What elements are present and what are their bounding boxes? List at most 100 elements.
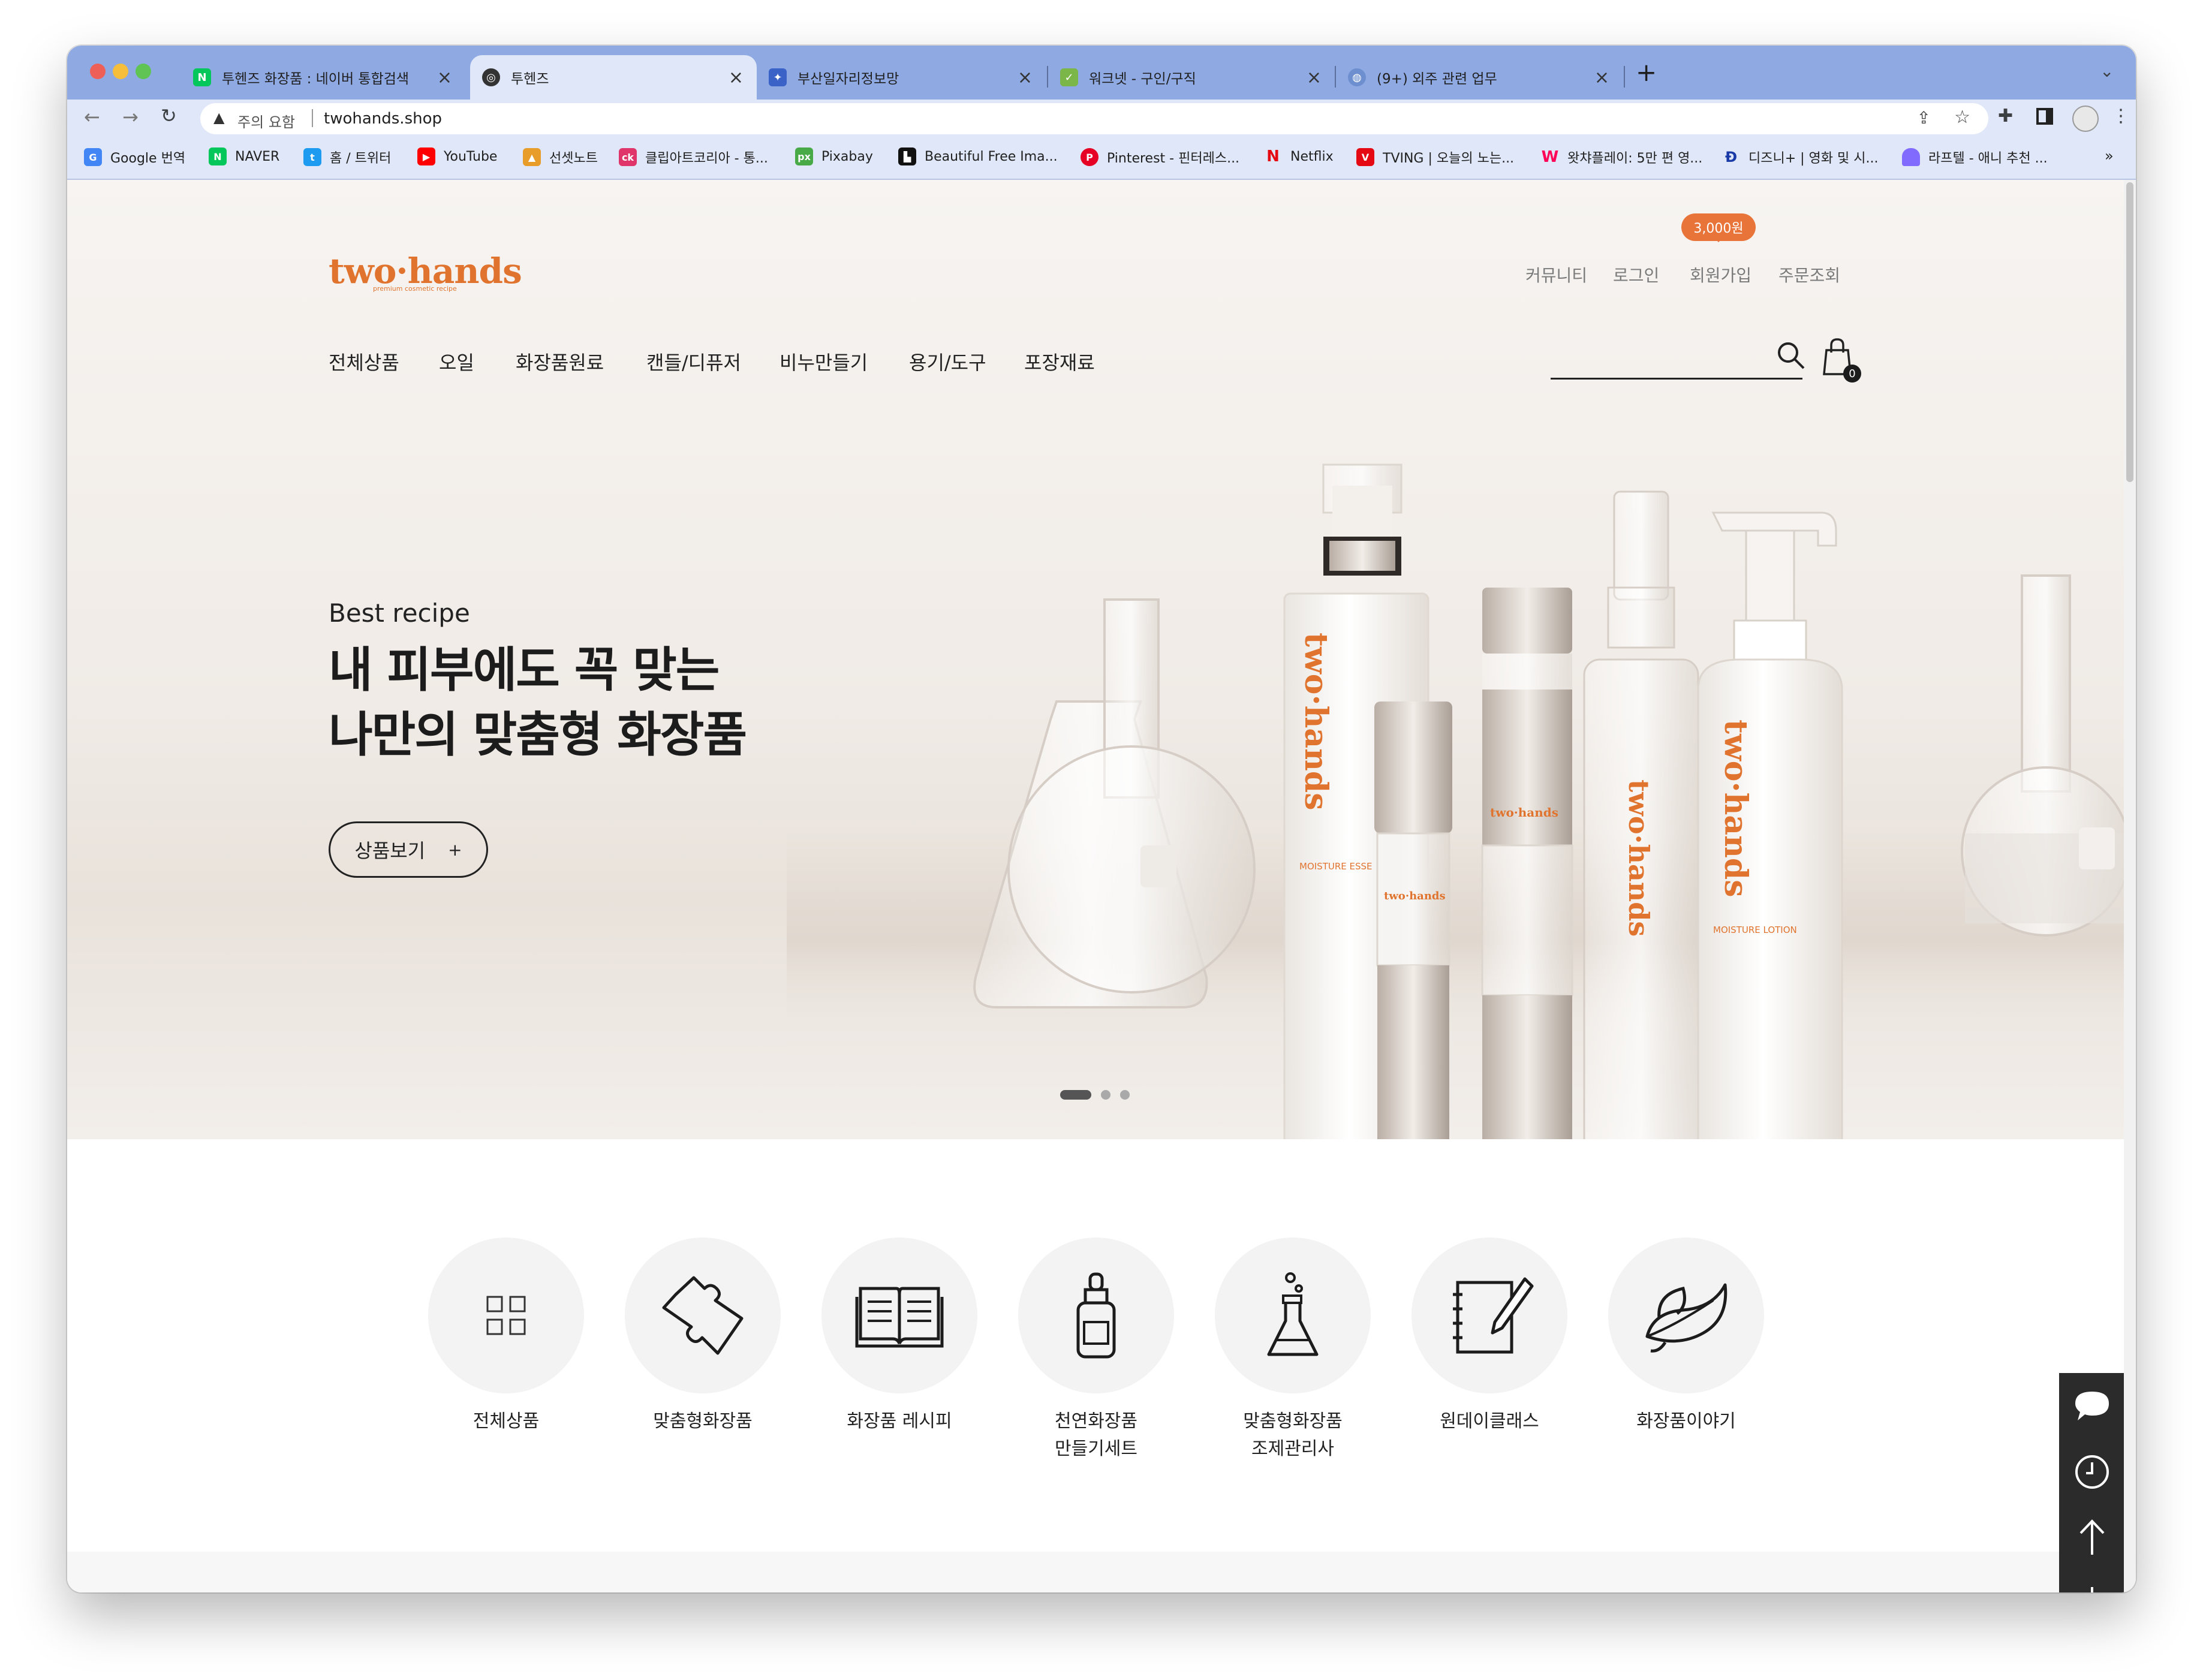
address-divider xyxy=(312,109,313,127)
bookmark-laftel[interactable]: 라프텔 - 애니 추천 ... xyxy=(1902,147,2048,167)
page-scrollbar[interactable] xyxy=(2124,180,2136,1592)
security-label[interactable]: 주의 요함 xyxy=(237,110,295,131)
util-link-order-lookup[interactable]: 주문조회 xyxy=(1778,263,1840,287)
url-text[interactable]: twohands.shop xyxy=(324,110,442,128)
close-window-button[interactable] xyxy=(90,64,106,79)
search-input[interactable] xyxy=(1551,378,1802,380)
bookmark-google-translate[interactable]: G Google 번역 xyxy=(84,147,185,167)
logo-tagline: premium cosmetic recipe xyxy=(373,285,457,293)
more-menu-icon[interactable]: ⋮ xyxy=(2112,106,2130,127)
naver-icon: N xyxy=(209,147,227,165)
watcha-icon: W xyxy=(1541,148,1559,166)
slide-dot-active[interactable] xyxy=(1060,1090,1091,1100)
profile-avatar[interactable] xyxy=(2072,106,2099,132)
minimize-window-button[interactable] xyxy=(113,64,128,79)
close-tab-icon[interactable]: × xyxy=(729,67,744,88)
bookmark-naver[interactable]: N NAVER xyxy=(209,147,279,165)
category-natural-kits[interactable]: 천연화장품 만들기세트 xyxy=(1018,1238,1174,1463)
scrollbar-thumb[interactable] xyxy=(2126,182,2133,482)
bookmark-label: 디즈니+ | 영화 및 시... xyxy=(1748,151,1879,166)
globe-icon: ◎ xyxy=(482,68,500,86)
view-products-button[interactable]: 상품보기 + xyxy=(329,821,488,878)
bookmark-label: TVING | 오늘의 노는... xyxy=(1383,151,1515,166)
util-link-community[interactable]: 커뮤니티 xyxy=(1525,263,1587,287)
nav-oil[interactable]: 오일 xyxy=(439,348,474,375)
scroll-bottom-button[interactable] xyxy=(2059,1571,2125,1592)
nav-all-products[interactable]: 전체상품 xyxy=(329,348,399,375)
util-link-signup[interactable]: 회원가입 xyxy=(1690,263,1751,287)
bookmark-label: NAVER xyxy=(235,149,280,164)
nav-soap-making[interactable]: 비누만들기 xyxy=(780,348,868,375)
bookmarks-bar: G Google 번역 N NAVER t 홈 / 트위터 ▶ YouTube ▲ 선셋노… xyxy=(67,138,2136,180)
warning-icon[interactable]: ▲ xyxy=(213,109,224,126)
bookmark-label: 왓챠플레이: 5만 편 영... xyxy=(1567,151,1703,166)
laftel-icon xyxy=(1902,148,1920,166)
bookmark-youtube[interactable]: ▶ YouTube xyxy=(417,147,497,165)
bookmark-twitter[interactable]: t 홈 / 트위터 xyxy=(303,147,391,167)
category-label: 화장품 레시피 xyxy=(847,1411,952,1432)
extensions-icon[interactable]: ✚ xyxy=(1998,106,2013,127)
nav-packaging[interactable]: 포장재료 xyxy=(1024,348,1095,375)
tab-twohands[interactable]: ◎ 투헨즈 × xyxy=(470,55,757,100)
side-panel-icon[interactable] xyxy=(2036,108,2053,125)
nav-candle-diffuser[interactable]: 캔들/디퓨저 xyxy=(646,348,741,375)
product-label-text: two·hands xyxy=(1490,805,1558,820)
recent-view-button[interactable] xyxy=(2059,1439,2125,1505)
nav-cosmetic-ingredients[interactable]: 화장품원료 xyxy=(516,348,604,375)
scroll-top-button[interactable] xyxy=(2059,1505,2125,1571)
chat-button[interactable] xyxy=(2059,1373,2125,1439)
close-tab-icon[interactable]: × xyxy=(1594,67,1609,88)
bookmark-tving[interactable]: V TVING | 오늘의 노는... xyxy=(1356,147,1514,167)
category-one-day-class[interactable]: 원데이클래스 xyxy=(1412,1238,1567,1435)
naver-icon: N xyxy=(193,68,211,86)
grid-icon xyxy=(486,1296,526,1335)
search-icon[interactable] xyxy=(1776,341,1806,371)
arrow-down-icon xyxy=(2091,1587,2093,1592)
category-all-products[interactable]: 전체상품 xyxy=(428,1238,584,1435)
reload-icon[interactable]: ↻ xyxy=(161,104,177,127)
clipart-icon: ck xyxy=(619,148,637,166)
flask-icon xyxy=(1267,1272,1319,1356)
cart-count-badge: 0 xyxy=(1843,365,1861,383)
slide-dot[interactable] xyxy=(1120,1090,1130,1100)
product-name-text: MOISTURE ESSE xyxy=(1299,861,1373,872)
category-compounding-manager[interactable]: 맞춤형화장품 조제관리사 xyxy=(1215,1238,1371,1463)
close-tab-icon[interactable]: × xyxy=(1307,67,1322,88)
bookmark-pixabay[interactable]: px Pixabay xyxy=(795,147,873,165)
back-arrow-icon[interactable]: ← xyxy=(84,106,100,128)
category-cosmetic-stories[interactable]: 화장품이야기 xyxy=(1608,1238,1764,1435)
star-icon[interactable]: ☆ xyxy=(1954,107,1970,128)
leaf-icon xyxy=(1645,1283,1728,1353)
tab-naver-search[interactable]: N 투헨즈 화장품 : 네이버 통합검색 × xyxy=(181,55,465,100)
tab-worknet[interactable]: ✓ 워크넷 - 구인/구직 × xyxy=(1048,55,1335,100)
tab-outsourcing[interactable]: ◍ (9+) 외주 관련 업무 × xyxy=(1336,55,1623,100)
zoom-window-button[interactable] xyxy=(136,64,151,79)
address-bar[interactable]: ▲ 주의 요함 twohands.shop ⇪ ☆ xyxy=(200,103,1988,134)
bookmark-pinterest[interactable]: P Pinterest - 핀터레스... xyxy=(1081,147,1239,167)
slide-dot[interactable] xyxy=(1101,1090,1110,1100)
bookmark-label: Pinterest - 핀터레스... xyxy=(1107,151,1240,166)
util-link-login[interactable]: 로그인 xyxy=(1613,263,1659,287)
bookmark-disneyplus[interactable]: Đ 디즈니+ | 영화 및 시... xyxy=(1722,147,1879,167)
tving-icon: V xyxy=(1356,148,1374,166)
category-custom-cosmetics[interactable]: 맞춤형화장품 xyxy=(625,1238,781,1435)
tab-busan-jobs[interactable]: ✦ 부산일자리정보망 × xyxy=(757,55,1046,100)
close-tab-icon[interactable]: × xyxy=(437,67,452,88)
share-icon[interactable]: ⇪ xyxy=(1917,108,1931,128)
bookmark-sunsetnote[interactable]: ▲ 선셋노트 xyxy=(523,147,598,167)
category-icon-circle xyxy=(1215,1238,1371,1393)
category-recipes[interactable]: 화장품 레시피 xyxy=(821,1238,977,1435)
notebook-pen-icon xyxy=(1453,1277,1534,1354)
bookmark-unsplash[interactable]: ▙ Beautiful Free Ima... xyxy=(898,147,1058,165)
product-label-text: two·hands xyxy=(1623,779,1655,937)
bookmark-watcha[interactable]: W 왓챠플레이: 5만 편 영... xyxy=(1541,147,1703,167)
tab-search-chevron-icon[interactable]: ⌄ xyxy=(2100,61,2114,81)
new-tab-button[interactable]: + xyxy=(1636,58,1657,87)
nav-containers-tools[interactable]: 용기/도구 xyxy=(909,348,986,375)
bookmark-netflix[interactable]: N Netflix xyxy=(1264,147,1334,165)
puzzle-icon xyxy=(662,1276,744,1355)
forward-arrow-icon[interactable]: → xyxy=(122,106,139,128)
bookmark-clipart[interactable]: ck 클립아트코리아 - 통... xyxy=(619,147,768,167)
bookmarks-overflow-button[interactable]: » xyxy=(2105,147,2114,164)
close-tab-icon[interactable]: × xyxy=(1018,67,1033,88)
